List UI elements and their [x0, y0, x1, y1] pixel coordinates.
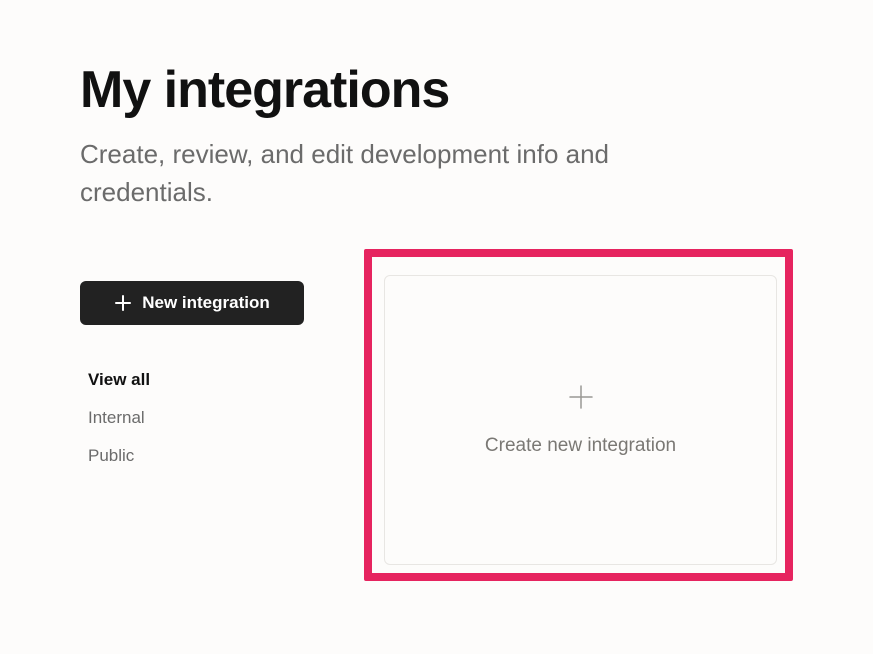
- new-integration-button-label: New integration: [142, 293, 270, 313]
- new-integration-button[interactable]: New integration: [80, 281, 304, 325]
- filter-view-all[interactable]: View all: [88, 361, 304, 399]
- create-integration-label: Create new integration: [485, 435, 676, 457]
- plus-icon: [567, 383, 595, 411]
- filter-internal[interactable]: Internal: [88, 399, 304, 437]
- page-subtitle: Create, review, and edit development inf…: [80, 136, 720, 211]
- create-integration-card[interactable]: Create new integration: [384, 275, 777, 565]
- filter-public[interactable]: Public: [88, 437, 304, 475]
- plus-icon: [114, 294, 132, 312]
- content-row: New integration View all Internal Public…: [80, 281, 793, 613]
- filter-list: View all Internal Public: [80, 361, 304, 475]
- page-title: My integrations: [80, 60, 793, 120]
- highlight-annotation: Create new integration: [364, 249, 793, 581]
- sidebar: New integration View all Internal Public: [80, 281, 304, 475]
- main-area: Create new integration: [364, 281, 793, 613]
